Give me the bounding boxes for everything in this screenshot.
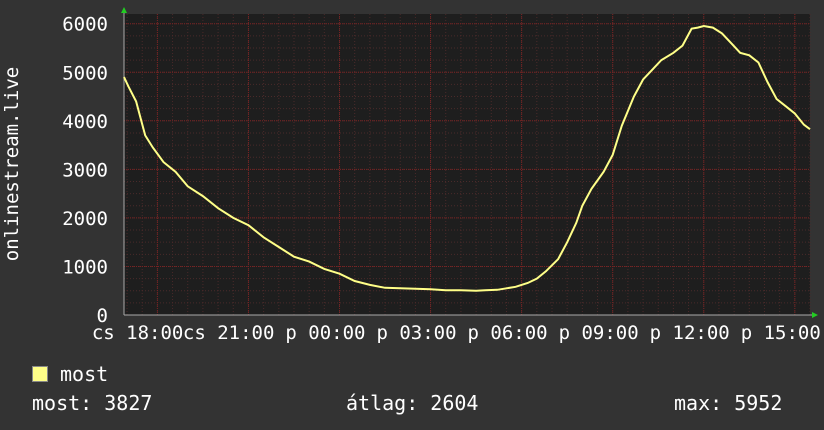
x-tick-label: p 12:00 bbox=[650, 322, 730, 344]
x-tick-label: p 09:00 bbox=[559, 322, 639, 344]
x-tick-label: cs 18:00 bbox=[92, 322, 184, 344]
y-tick-label: 1000 bbox=[62, 256, 108, 278]
y-axis-label: onlinestream.live bbox=[1, 67, 23, 261]
y-tick-label: 6000 bbox=[62, 14, 108, 36]
y-axis-arrow bbox=[121, 7, 127, 13]
x-tick-label: cs 21:00 bbox=[183, 322, 275, 344]
x-tick-labels: cs 18:00 cs 21:00 p 00:00 p 03:00 p 06:00 p 0… bbox=[92, 322, 821, 344]
y-tick-label: 2000 bbox=[62, 208, 108, 230]
stat-max: max: 5952 bbox=[674, 391, 783, 415]
y-tick-label: 3000 bbox=[62, 159, 108, 181]
y-tick-labels: 0100020003000400050006000 bbox=[62, 14, 108, 327]
legend: most bbox=[32, 362, 108, 386]
x-tick-label: p 06:00 bbox=[468, 322, 548, 344]
x-tick-label: p 03:00 bbox=[376, 322, 456, 344]
x-tick-label: p 00:00 bbox=[285, 322, 365, 344]
legend-swatch bbox=[32, 366, 48, 382]
chart: 0100020003000400050006000 cs 18:00 cs 21:… bbox=[1, 7, 821, 344]
legend-label: most bbox=[60, 362, 109, 386]
stat-current: most: 3827 bbox=[32, 391, 153, 415]
y-tick-label: 4000 bbox=[62, 111, 108, 133]
x-axis-arrow bbox=[812, 312, 818, 318]
y-tick-label: 5000 bbox=[62, 62, 108, 84]
stat-average: átlag: 2604 bbox=[346, 391, 479, 415]
plot-area bbox=[124, 14, 810, 315]
x-tick-label: p 15:00 bbox=[741, 322, 821, 344]
